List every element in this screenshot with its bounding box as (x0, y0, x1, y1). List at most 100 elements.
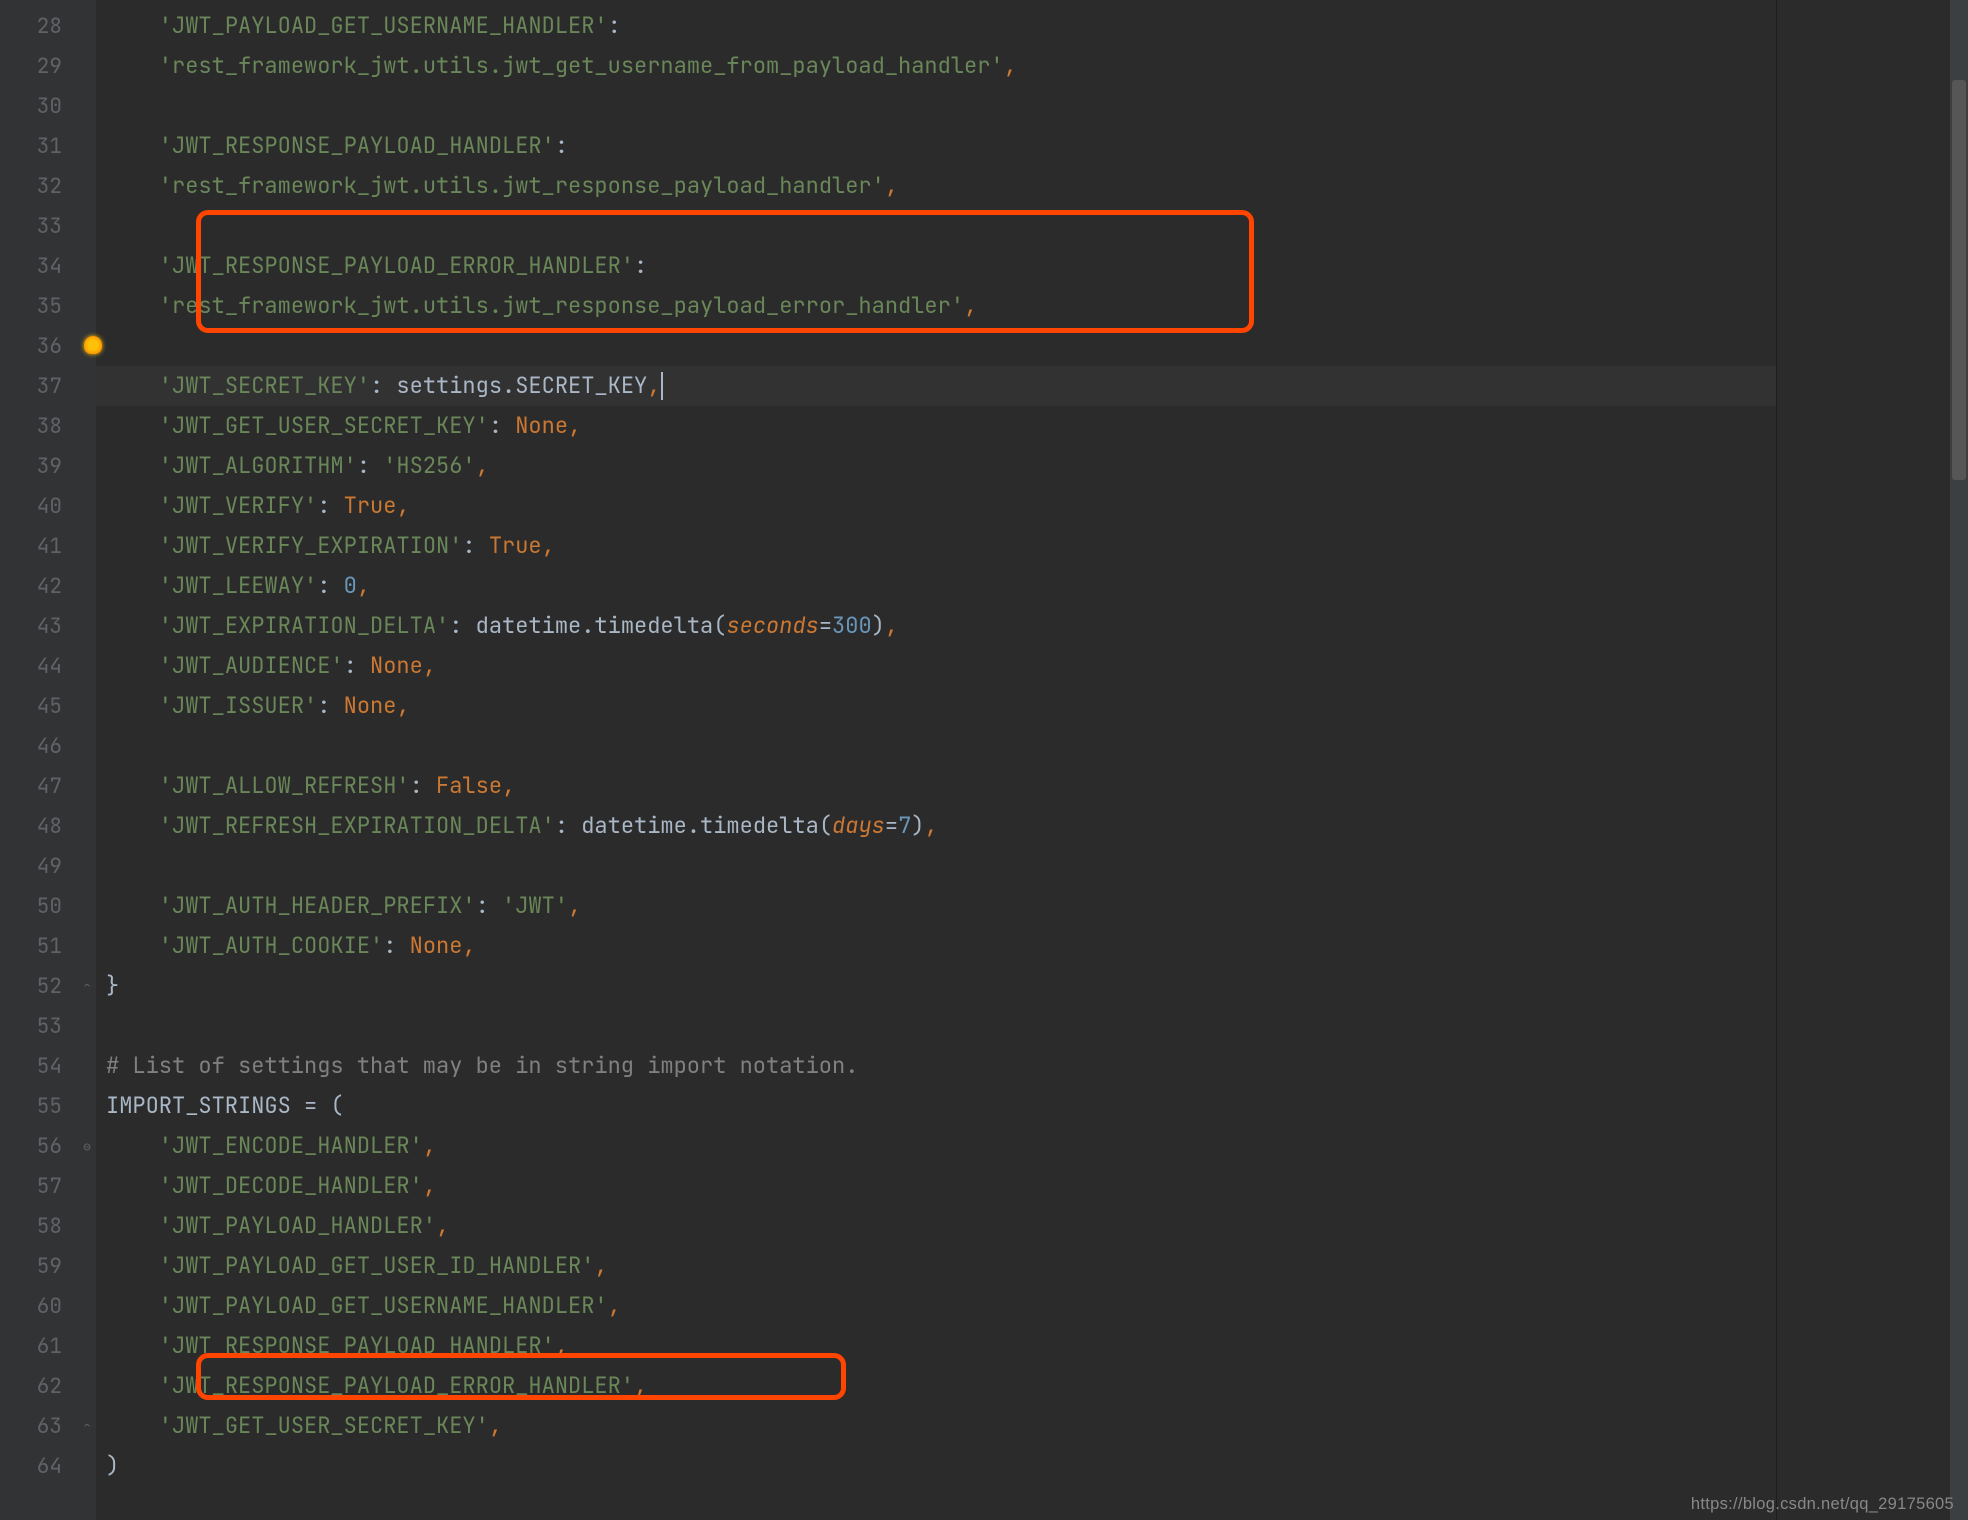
code-line[interactable]: 'rest_framework_jwt.utils.jwt_response_p… (106, 166, 1776, 206)
fold-close-icon[interactable]: ⌃ (80, 979, 94, 993)
token-punct: , (476, 455, 489, 477)
line-number: 46 (0, 726, 62, 766)
code-line[interactable]: 'JWT_PAYLOAD_GET_USERNAME_HANDLER': (106, 6, 1776, 46)
token-str: 'JWT_SECRET_KEY' (159, 375, 370, 397)
code-line[interactable]: 'JWT_DECODE_HANDLER', (106, 1166, 1776, 1206)
token-punct: , (885, 615, 898, 637)
intention-bulb-icon[interactable] (84, 336, 102, 354)
token-str: 'JWT_RESPONSE_PAYLOAD_HANDLER' (159, 1335, 555, 1357)
code-line[interactable]: 'JWT_AUDIENCE': None, (106, 646, 1776, 686)
line-number: 45 (0, 686, 62, 726)
token-op: : (449, 615, 475, 637)
line-number: 33 (0, 206, 62, 246)
line-number: 37 (0, 366, 62, 406)
minimap-scrollbar[interactable] (1776, 0, 1968, 1520)
code-line[interactable]: 'JWT_LEEWAY': 0, (106, 566, 1776, 606)
fold-close-icon[interactable]: ⌃ (80, 1419, 94, 1433)
code-line[interactable]: 'rest_framework_jwt.utils.jwt_get_userna… (106, 46, 1776, 86)
code-line[interactable]: IMPORT_STRINGS = ( (106, 1086, 1776, 1126)
scrollbar-thumb[interactable] (1952, 80, 1966, 480)
token-str: 'JWT_EXPIRATION_DELTA' (159, 615, 449, 637)
token-str: 'JWT_PAYLOAD_HANDLER' (159, 1215, 436, 1237)
token-punct: , (423, 1135, 436, 1157)
line-number: 40 (0, 486, 62, 526)
code-line[interactable]: # List of settings that may be in string… (106, 1046, 1776, 1086)
code-line[interactable] (106, 86, 1776, 126)
code-line[interactable] (106, 846, 1776, 886)
code-line[interactable]: 'JWT_GET_USER_SECRET_KEY': None, (106, 406, 1776, 446)
line-number: 56 (0, 1126, 62, 1166)
code-line[interactable]: 'JWT_AUTH_COOKIE': None, (106, 926, 1776, 966)
fold-open-icon[interactable]: ⊖ (80, 1139, 94, 1153)
line-number: 62 (0, 1366, 62, 1406)
code-line[interactable]: 'JWT_PAYLOAD_GET_USER_ID_HANDLER', (106, 1246, 1776, 1286)
code-line[interactable]: 'JWT_EXPIRATION_DELTA': datetime.timedel… (106, 606, 1776, 646)
code-line[interactable]: ) (106, 1446, 1776, 1486)
text-cursor (661, 372, 663, 400)
token-op: : (357, 455, 383, 477)
code-line[interactable]: 'JWT_RESPONSE_PAYLOAD_HANDLER', (106, 1326, 1776, 1366)
token-op: : (462, 535, 488, 557)
code-line[interactable]: 'rest_framework_jwt.utils.jwt_response_p… (106, 286, 1776, 326)
token-str: 'JWT_DECODE_HANDLER' (159, 1175, 423, 1197)
token-param: days (832, 815, 885, 837)
token-op: : (410, 775, 436, 797)
token-punct: , (436, 1215, 449, 1237)
line-number: 59 (0, 1246, 62, 1286)
code-line[interactable]: } (106, 966, 1776, 1006)
token-str: 'JWT_PAYLOAD_GET_USERNAME_HANDLER' (159, 15, 608, 37)
token-kw-val: None (515, 415, 568, 437)
token-ident: IMPORT_STRINGS = ( (106, 1095, 344, 1117)
token-kw-val: None (410, 935, 463, 957)
token-op: : (317, 575, 343, 597)
code-line[interactable]: 'JWT_ALLOW_REFRESH': False, (106, 766, 1776, 806)
code-line[interactable]: 'JWT_SECRET_KEY': settings.SECRET_KEY, (96, 366, 1876, 406)
token-punct: , (396, 495, 409, 517)
code-line[interactable]: 'JWT_ISSUER': None, (106, 686, 1776, 726)
code-line[interactable] (106, 726, 1776, 766)
code-line[interactable]: 'JWT_RESPONSE_PAYLOAD_ERROR_HANDLER', (106, 1366, 1776, 1406)
token-ident: datetime.timedelta( (581, 815, 832, 837)
token-str: 'JWT_ISSUER' (159, 695, 317, 717)
token-ident: ) (106, 1455, 119, 1477)
token-kw-val: None (344, 695, 397, 717)
code-line[interactable]: 'JWT_PAYLOAD_GET_USERNAME_HANDLER', (106, 1286, 1776, 1326)
token-op: : (634, 255, 647, 277)
code-line[interactable]: 'JWT_GET_USER_SECRET_KEY', (106, 1406, 1776, 1446)
token-str: 'JWT_ALGORITHM' (159, 455, 357, 477)
code-line[interactable]: 'JWT_AUTH_HEADER_PREFIX': 'JWT', (106, 886, 1776, 926)
code-line[interactable] (106, 1006, 1776, 1046)
token-str: 'JWT_REFRESH_EXPIRATION_DELTA' (159, 815, 555, 837)
token-punct: , (608, 1295, 621, 1317)
token-param: seconds (726, 615, 818, 637)
line-number: 28 (0, 6, 62, 46)
code-line[interactable]: 'JWT_RESPONSE_PAYLOAD_ERROR_HANDLER': (106, 246, 1776, 286)
code-line[interactable] (106, 206, 1776, 246)
token-punct: , (502, 775, 515, 797)
code-line[interactable]: 'JWT_ALGORITHM': 'HS256', (106, 446, 1776, 486)
token-ident: ) (872, 615, 885, 637)
code-line[interactable]: 'JWT_VERIFY_EXPIRATION': True, (106, 526, 1776, 566)
scrollbar-track[interactable] (1950, 0, 1968, 1520)
token-punct: , (568, 895, 581, 917)
line-number: 48 (0, 806, 62, 846)
token-ident: settings.SECRET_KEY (396, 375, 647, 397)
token-punct: , (924, 815, 937, 837)
code-editor[interactable]: 'JWT_PAYLOAD_GET_USERNAME_HANDLER': 'res… (96, 0, 1776, 1520)
line-number: 49 (0, 846, 62, 886)
code-line[interactable]: 'JWT_RESPONSE_PAYLOAD_HANDLER': (106, 126, 1776, 166)
token-punct: , (357, 575, 370, 597)
code-line[interactable]: 'JWT_ENCODE_HANDLER', (106, 1126, 1776, 1166)
token-op: : (344, 655, 370, 677)
token-ident: ) (911, 815, 924, 837)
token-punct: , (647, 375, 660, 397)
token-op: : (555, 815, 581, 837)
token-num: 7 (898, 815, 911, 837)
code-line[interactable]: 'JWT_VERIFY': True, (106, 486, 1776, 526)
token-op: = (885, 815, 898, 837)
code-line[interactable]: 'JWT_PAYLOAD_HANDLER', (106, 1206, 1776, 1246)
token-str: 'JWT_VERIFY' (159, 495, 317, 517)
code-line[interactable]: 'JWT_REFRESH_EXPIRATION_DELTA': datetime… (106, 806, 1776, 846)
token-punct: , (568, 415, 581, 437)
code-line[interactable] (106, 326, 1776, 366)
